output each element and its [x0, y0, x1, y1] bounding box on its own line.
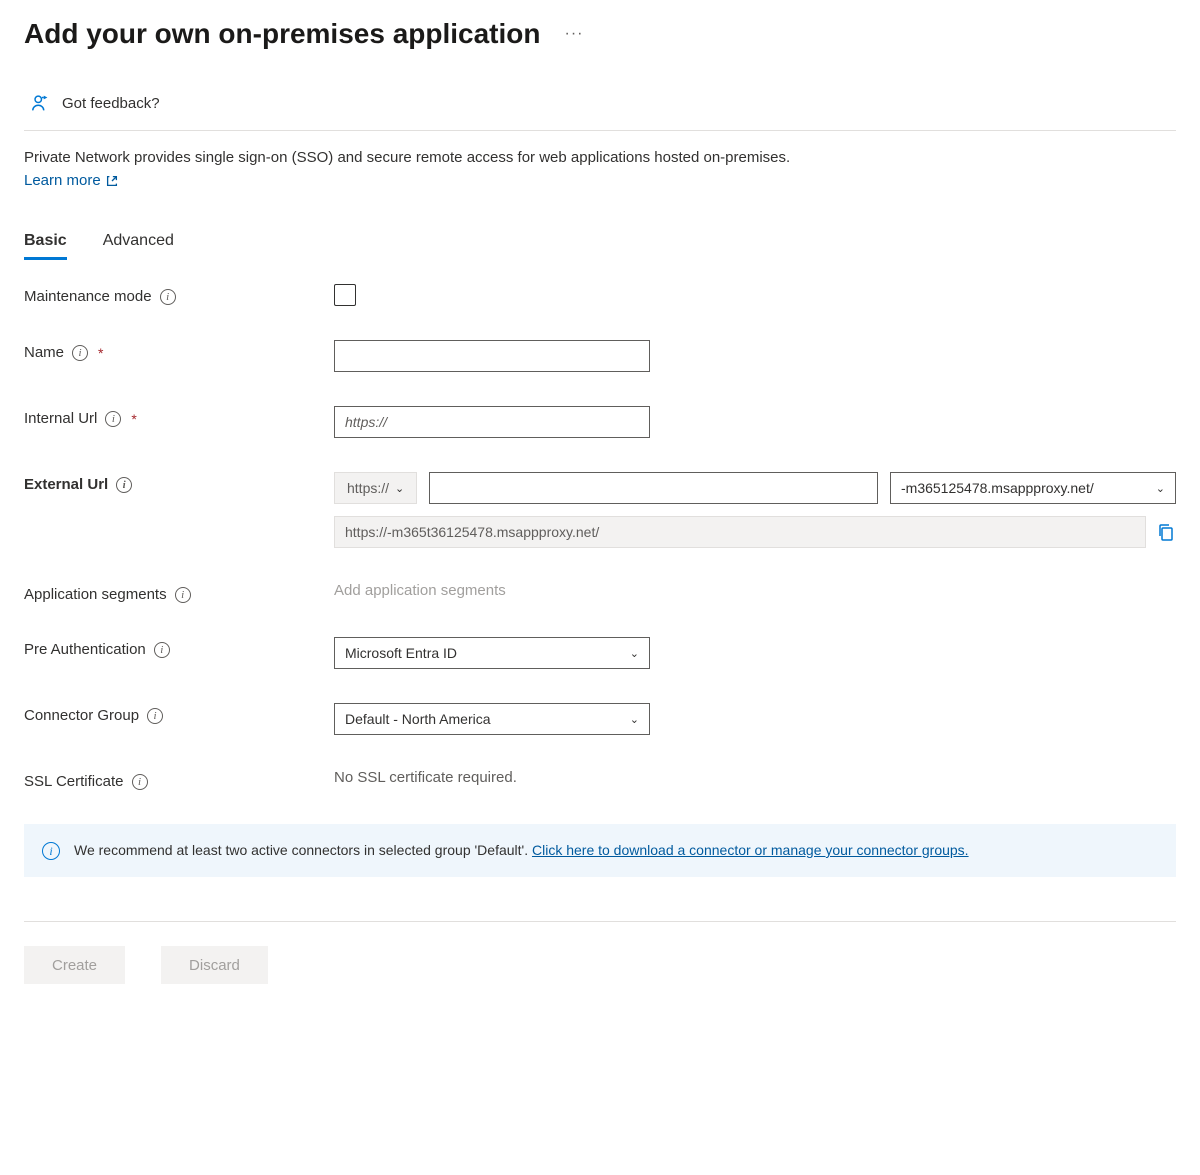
external-url-full-readonly: https://-m365t36125478.msappproxy.net/: [334, 516, 1146, 548]
add-app-segments-link[interactable]: Add application segments: [334, 582, 506, 599]
required-indicator: *: [131, 411, 136, 427]
info-icon[interactable]: i: [132, 774, 148, 790]
pre-auth-select[interactable]: Microsoft Entra ID ⌄: [334, 637, 650, 669]
pre-auth-label: Pre Authentication: [24, 641, 146, 658]
ssl-cert-value: No SSL certificate required.: [334, 769, 517, 786]
discard-button[interactable]: Discard: [161, 946, 268, 984]
app-segments-label: Application segments: [24, 586, 167, 603]
connector-group-label: Connector Group: [24, 707, 139, 724]
chevron-down-icon: ⌄: [630, 647, 639, 660]
info-icon[interactable]: i: [154, 642, 170, 658]
tab-advanced[interactable]: Advanced: [103, 226, 174, 260]
chevron-down-icon: ⌄: [630, 713, 639, 726]
name-label: Name: [24, 344, 64, 361]
info-icon[interactable]: i: [160, 289, 176, 305]
internal-url-input[interactable]: [334, 406, 650, 438]
internal-url-label: Internal Url: [24, 410, 97, 427]
maintenance-mode-label: Maintenance mode: [24, 288, 152, 305]
copy-icon[interactable]: [1156, 522, 1176, 542]
create-button[interactable]: Create: [24, 946, 125, 984]
more-actions-button[interactable]: ···: [565, 25, 584, 43]
connectors-info-banner: i We recommend at least two active conne…: [24, 824, 1176, 877]
external-url-protocol-select[interactable]: https:// ⌄: [334, 472, 417, 504]
banner-text: We recommend at least two active connect…: [74, 842, 532, 858]
external-url-subdomain-input[interactable]: [429, 472, 878, 504]
tabs: Basic Advanced: [24, 226, 1176, 260]
required-indicator: *: [98, 345, 103, 361]
info-icon[interactable]: i: [72, 345, 88, 361]
page-title: Add your own on-premises application: [24, 18, 541, 50]
learn-more-link[interactable]: Learn more: [24, 170, 119, 193]
external-link-icon: [105, 174, 119, 188]
tab-basic[interactable]: Basic: [24, 226, 67, 260]
external-url-suffix-select[interactable]: -m365125478.msappproxy.net/ ⌄: [890, 472, 1176, 504]
ssl-cert-label: SSL Certificate: [24, 773, 124, 790]
chevron-down-icon: ⌄: [395, 482, 404, 495]
feedback-label: Got feedback?: [62, 95, 160, 112]
info-icon[interactable]: i: [116, 477, 132, 493]
maintenance-mode-checkbox[interactable]: [334, 284, 356, 306]
info-icon[interactable]: i: [147, 708, 163, 724]
info-icon[interactable]: i: [105, 411, 121, 427]
info-icon[interactable]: i: [175, 587, 191, 603]
name-input[interactable]: [334, 340, 650, 372]
chevron-down-icon: ⌄: [1156, 482, 1165, 495]
footer-separator: [24, 921, 1176, 922]
external-url-label: External Url: [24, 476, 108, 493]
description-text: Private Network provides single sign-on …: [24, 147, 1176, 170]
feedback-link[interactable]: Got feedback?: [24, 78, 1176, 131]
info-icon: i: [42, 842, 60, 860]
connector-group-select[interactable]: Default - North America ⌄: [334, 703, 650, 735]
manage-connectors-link[interactable]: Click here to download a connector or ma…: [532, 842, 969, 858]
feedback-icon: [30, 92, 52, 114]
